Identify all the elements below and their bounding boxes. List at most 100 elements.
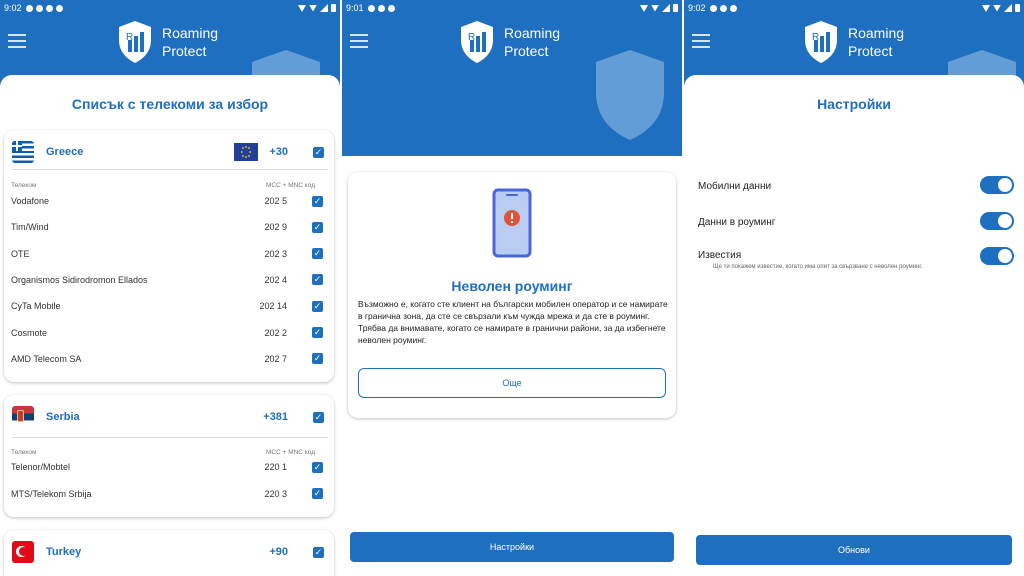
wifi-icon	[993, 4, 1001, 12]
operator-row[interactable]: Cosmote 202 2 ✓	[11, 326, 327, 340]
country-name: Turkey	[46, 546, 82, 558]
notification-icon	[45, 4, 53, 12]
operator-checkbox[interactable]: ✓	[312, 274, 323, 286]
status-time: 9:01	[346, 3, 364, 13]
country-code: +90	[269, 546, 288, 558]
signal-icon	[1004, 4, 1012, 12]
operator-checkbox[interactable]: ✓	[312, 221, 323, 233]
operator-row[interactable]: OTE 202 3 ✓	[11, 247, 327, 261]
app-name-line1: Roaming	[162, 25, 219, 41]
table-header: Телеком MCC + MNC код	[11, 182, 327, 189]
setting-label: Известия	[698, 250, 742, 261]
status-bar: 9:02	[684, 0, 1024, 16]
operator-checkbox[interactable]: ✓	[312, 195, 323, 207]
country-row-serbia[interactable]: Serbia +381 ✓	[12, 404, 328, 430]
eu-flag-icon	[234, 143, 258, 161]
notification-icon	[55, 4, 63, 12]
setting-label: Данни в роуминг	[698, 217, 776, 228]
battery-icon	[331, 4, 336, 12]
menu-icon[interactable]	[8, 34, 26, 48]
mobile-data-toggle[interactable]	[980, 176, 1014, 194]
notification-icon	[377, 4, 385, 12]
notification-icon	[35, 4, 43, 12]
location-icon	[982, 4, 990, 12]
setting-mobile-data: Мобилни данни	[698, 181, 1014, 192]
phone-warning-icon	[492, 188, 532, 258]
divider	[12, 437, 328, 438]
notification-icon	[719, 4, 727, 12]
notifications-toggle[interactable]	[980, 247, 1014, 265]
more-button[interactable]: Още	[358, 368, 666, 398]
location-icon	[640, 4, 648, 12]
operator-row[interactable]: MTS/Telekom Srbija 220 3 ✓	[11, 487, 327, 501]
country-checkbox[interactable]: ✓	[313, 546, 324, 558]
operator-checkbox[interactable]: ✓	[312, 353, 323, 365]
operator-checkbox[interactable]: ✓	[312, 248, 323, 260]
page-title: Настройки	[817, 96, 891, 112]
country-name: Serbia	[46, 411, 80, 423]
operator-mcc-code: 202 9	[264, 222, 287, 233]
operator-name: MTS/Telekom Srbija	[11, 488, 92, 499]
update-button[interactable]: Обнови	[696, 535, 1012, 565]
table-header: Телеком MCC + MNC код	[11, 449, 327, 456]
notification-icon	[729, 4, 737, 12]
country-row-greece[interactable]: Greece +30 ✓	[12, 139, 328, 165]
country-name: Greece	[46, 146, 84, 158]
operator-row[interactable]: Vodafone 202 5 ✓	[11, 194, 327, 208]
page-title: Списък с телекоми за избор	[71, 96, 269, 112]
operator-row[interactable]: CyTa Mobile 202 14 ✓	[11, 299, 327, 313]
operator-row[interactable]: Organismos Sidirodromon Ellados 202 4 ✓	[11, 273, 327, 287]
operator-name: Vodafone	[11, 196, 50, 206]
notification-icon	[25, 4, 33, 12]
app-logo: R Roaming Protect	[460, 20, 560, 64]
operator-checkbox[interactable]: ✓	[312, 461, 323, 473]
setting-roaming-data: Данни в роуминг	[698, 217, 1014, 228]
screen-roaming-info: 9:01 R Roaming Protect Неволен роуминг В…	[342, 0, 682, 576]
operator-mcc-code: 202 4	[264, 274, 287, 285]
app-logo: R Roaming Protect	[118, 20, 218, 64]
menu-icon[interactable]	[350, 34, 368, 48]
location-icon	[298, 4, 306, 12]
app-logo: R Roaming Protect	[804, 20, 904, 64]
svg-text:R: R	[468, 32, 475, 43]
operator-mcc-code: 202 3	[264, 248, 287, 259]
operator-checkbox[interactable]: ✓	[312, 488, 323, 499]
operator-column-header: Телеком	[11, 182, 37, 189]
battery-icon	[673, 4, 678, 12]
battery-icon	[1015, 4, 1020, 12]
mcc-column-header: MCC + MNC код	[265, 182, 315, 189]
operator-row[interactable]: Tim/Wind 202 9 ✓	[11, 220, 327, 234]
signal-icon	[320, 4, 328, 12]
mcc-column-header: MCC + MNC код	[265, 449, 315, 456]
screen-settings: 9:02 R Roaming Protect Настройки Мобилни …	[684, 0, 1024, 576]
country-checkbox[interactable]: ✓	[313, 411, 324, 423]
shield-logo-icon: R	[461, 21, 493, 63]
country-checkbox[interactable]: ✓	[313, 146, 324, 158]
info-description: Възможно е, когато сте клиент на българс…	[358, 299, 668, 345]
operator-row[interactable]: Telenor/Mobtel 220 1 ✓	[11, 460, 327, 474]
operator-checkbox[interactable]: ✓	[312, 327, 323, 338]
operator-mcc-code: 202 14	[259, 301, 287, 312]
operator-mcc-code: 202 2	[264, 327, 287, 338]
operator-mcc-code: 220 3	[264, 488, 287, 499]
setting-label: Мобилни данни	[698, 181, 772, 192]
notification-icon	[367, 4, 375, 12]
settings-button[interactable]: Настройки	[350, 532, 674, 562]
country-row-turkey[interactable]: Turkey +90 ✓	[12, 539, 328, 565]
operator-name: OTE	[11, 248, 30, 259]
greece-flag-icon	[12, 141, 34, 163]
operator-name: AMD Telecom SA	[11, 353, 82, 364]
operator-row[interactable]: AMD Telecom SA 202 7 ✓	[11, 352, 327, 366]
operator-checkbox[interactable]: ✓	[312, 300, 323, 312]
background-shield-icon	[596, 50, 664, 140]
serbia-flag-icon	[12, 406, 34, 428]
operator-name: Cosmote	[11, 327, 48, 338]
divider	[12, 169, 328, 170]
menu-icon[interactable]	[692, 34, 710, 48]
app-name-line2: Protect	[848, 43, 893, 59]
country-code: +30	[269, 146, 288, 158]
operator-mcc-code: 202 7	[264, 353, 287, 364]
operator-name: Telenor/Mobtel	[11, 462, 71, 472]
setting-notifications: Известия	[698, 250, 1014, 261]
roaming-data-toggle[interactable]	[980, 212, 1014, 230]
